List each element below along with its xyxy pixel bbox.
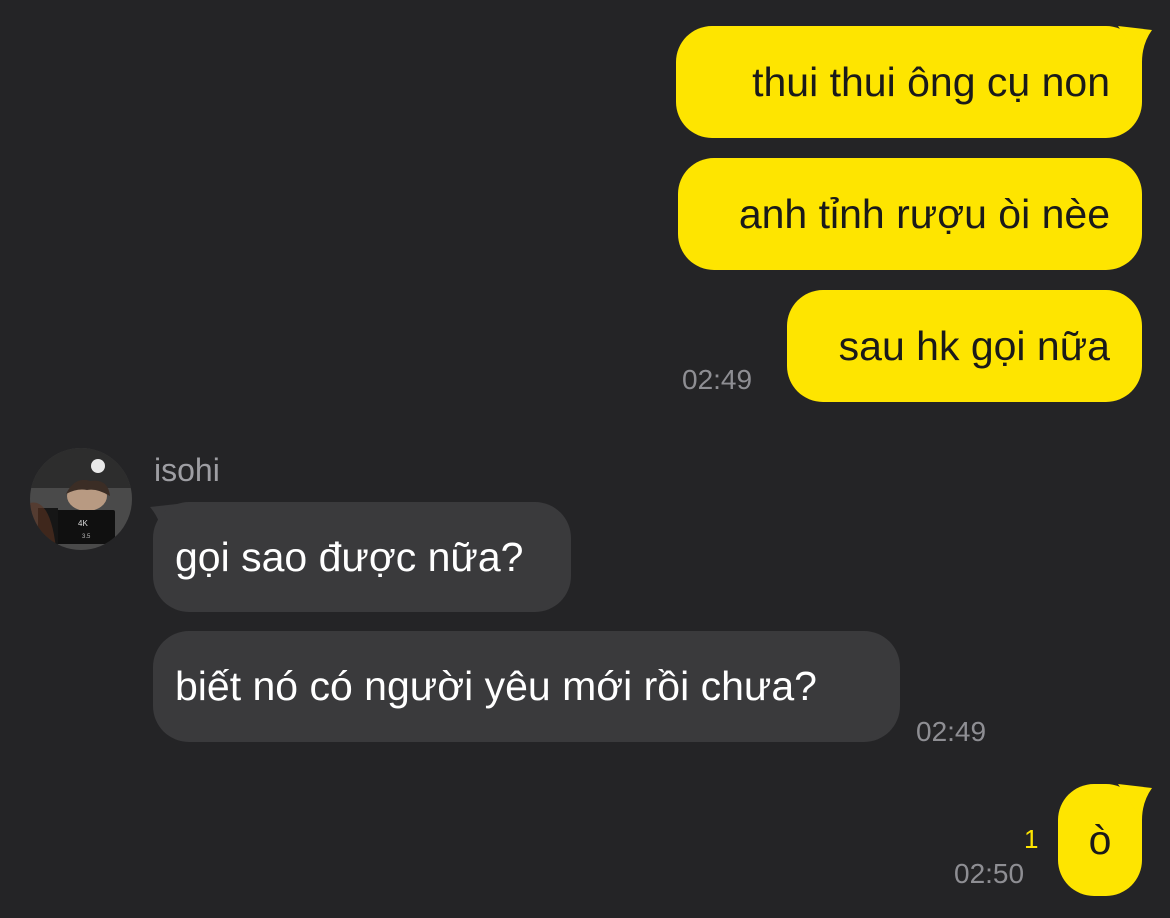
message-text: ò [1088, 816, 1112, 863]
message-text: sau hk gọi nữa [838, 322, 1110, 369]
svg-text:3.5: 3.5 [82, 534, 91, 540]
outgoing-message-bubble[interactable]: sau hk gọi nữa [787, 290, 1142, 402]
unread-count: 1 [1024, 824, 1039, 854]
message-text: gọi sao được nữa? [175, 533, 524, 580]
incoming-message-bubble[interactable]: biết nó có người yêu mới rồi chưa? [153, 631, 900, 742]
outgoing-message-bubble[interactable]: thui thui ông cụ non [676, 26, 1142, 138]
svg-text:4K: 4K [78, 519, 88, 528]
message-text: thui thui ông cụ non [752, 58, 1110, 105]
outgoing-message-bubble[interactable]: anh tỉnh rượu òi nèe [678, 158, 1142, 270]
message-timestamp: 02:50 [954, 858, 1025, 889]
message-text: anh tỉnh rượu òi nèe [738, 190, 1110, 237]
incoming-message-bubble[interactable]: gọi sao được nữa? [153, 502, 571, 612]
bubble-tail-icon [1118, 784, 1152, 820]
profile-photo-icon: 4K 3.5 [30, 448, 132, 550]
message-timestamp: 02:49 [916, 716, 987, 747]
message-text: biết nó có người yêu mới rồi chưa? [175, 663, 817, 709]
message-timestamp: 02:49 [682, 364, 753, 395]
bubble-tail-icon [1118, 26, 1152, 62]
avatar[interactable]: 4K 3.5 [30, 448, 132, 550]
sender-name: isohi [154, 452, 220, 488]
